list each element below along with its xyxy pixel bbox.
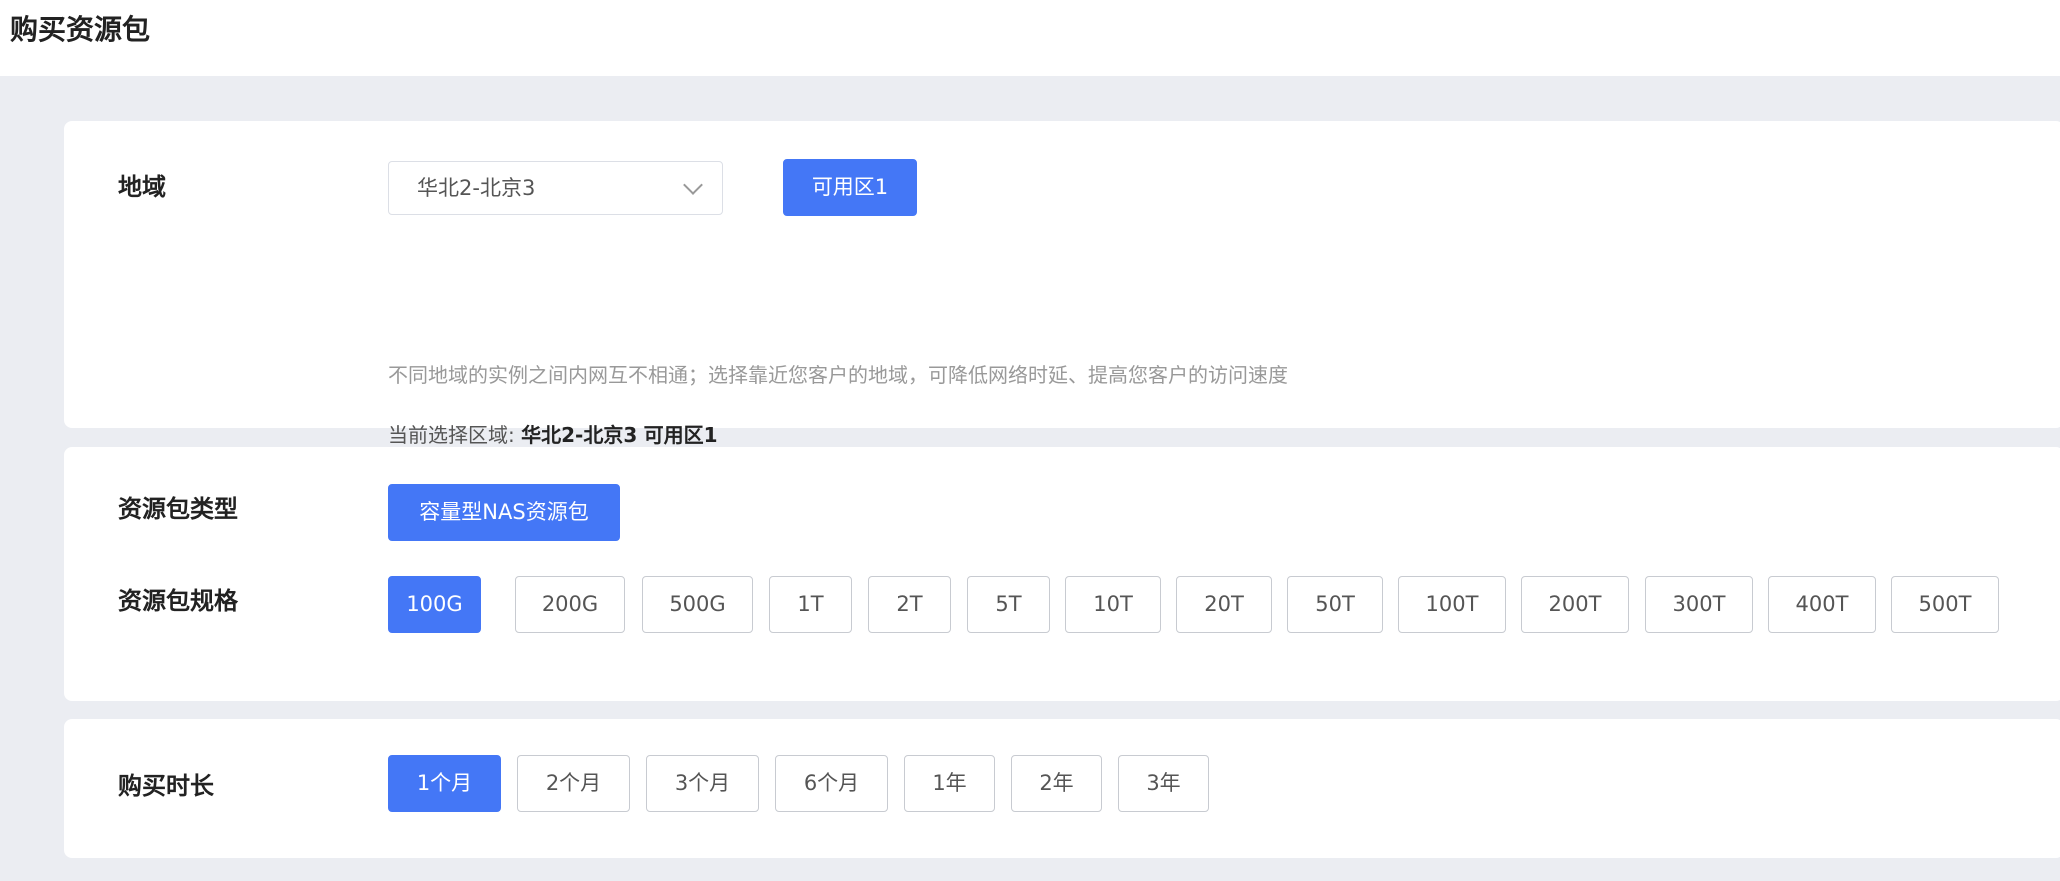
spec-option-5t[interactable]: 5T	[967, 576, 1050, 633]
spec-option-500g[interactable]: 500G	[642, 576, 753, 633]
duration-option-7[interactable]: 3年	[1118, 755, 1209, 812]
spec-option-20t[interactable]: 20T	[1176, 576, 1272, 633]
page-header: 购买资源包	[0, 0, 2060, 76]
package-type-label: 资源包类型	[118, 495, 238, 523]
duration-card: 购买时长 1个月 2个月 3个月 6个月 1年 2年 3年	[64, 719, 2060, 858]
current-selection: 当前选择区域: 华北2-北京3 可用区1	[388, 421, 718, 449]
spec-option-2t[interactable]: 2T	[868, 576, 951, 633]
spec-option-1t[interactable]: 1T	[769, 576, 852, 633]
duration-option-3[interactable]: 3个月	[646, 755, 759, 812]
current-selection-label: 当前选择区域:	[388, 423, 515, 447]
duration-option-2[interactable]: 2个月	[517, 755, 630, 812]
spec-option-50t[interactable]: 50T	[1287, 576, 1383, 633]
duration-option-5[interactable]: 1年	[904, 755, 995, 812]
spec-option-200t[interactable]: 200T	[1521, 576, 1629, 633]
duration-option-6[interactable]: 2年	[1011, 755, 1102, 812]
duration-option-4[interactable]: 6个月	[775, 755, 888, 812]
region-label: 地域	[118, 173, 166, 201]
package-type-button[interactable]: 容量型NAS资源包	[388, 484, 620, 541]
duration-option-1[interactable]: 1个月	[388, 755, 501, 812]
spec-option-10t[interactable]: 10T	[1065, 576, 1161, 633]
current-zone: 可用区1	[643, 423, 718, 447]
region-select[interactable]: 华北2-北京3	[388, 161, 723, 215]
spec-option-100g[interactable]: 100G	[388, 576, 481, 633]
spec-option-100t[interactable]: 100T	[1398, 576, 1506, 633]
duration-label: 购买时长	[118, 772, 214, 800]
region-card: 地域 华北2-北京3 可用区1 不同地域的实例之间内网互不相通；选择靠近您客户的…	[64, 121, 2060, 447]
spec-option-500t[interactable]: 500T	[1891, 576, 1999, 633]
spec-option-300t[interactable]: 300T	[1645, 576, 1753, 633]
package-card: 资源包类型 容量型NAS资源包 资源包规格 100G 200G 500G 1T 2T 5T…	[64, 447, 2060, 701]
zone-button[interactable]: 可用区1	[783, 159, 917, 216]
package-spec-label: 资源包规格	[118, 587, 238, 615]
page-title: 购买资源包	[10, 13, 151, 46]
spec-option-400t[interactable]: 400T	[1768, 576, 1876, 633]
current-region: 华北2-北京3	[521, 423, 638, 447]
region-hint: 不同地域的实例之间内网互不相通；选择靠近您客户的地域，可降低网络时延、提高您客户…	[388, 363, 1288, 387]
region-select-value: 华北2-北京3	[417, 176, 536, 200]
spec-option-200g[interactable]: 200G	[515, 576, 625, 633]
chevron-down-icon	[683, 175, 703, 195]
